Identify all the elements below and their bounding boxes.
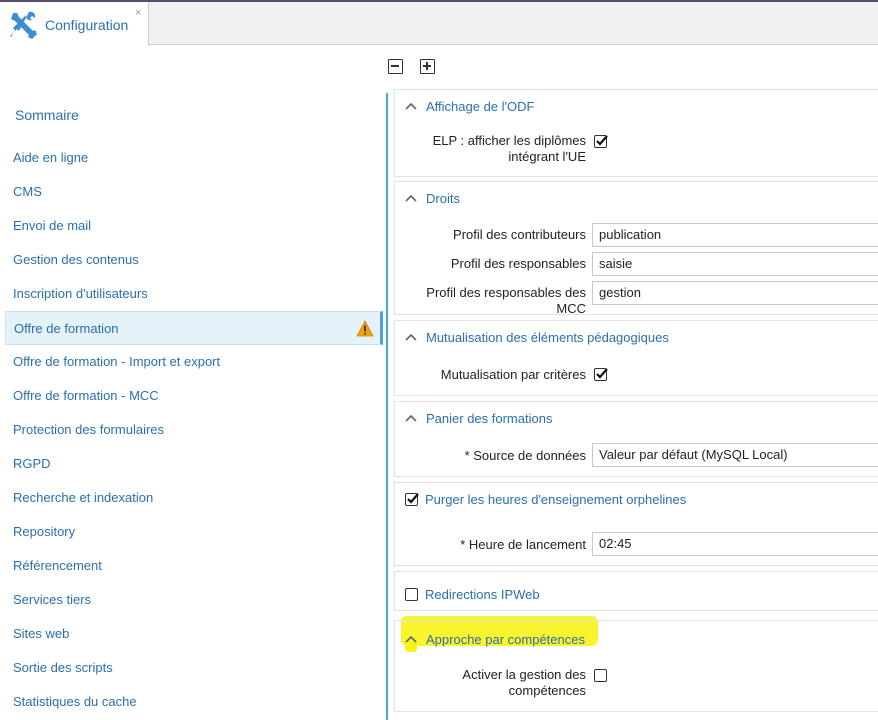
sidebar-item-label: Sites web <box>13 626 70 641</box>
check-icon <box>596 135 608 146</box>
mutualisation-checkbox[interactable] <box>594 368 608 381</box>
tools-icon <box>10 11 37 39</box>
panel-affichage-odf: Affichage de l'ODF ELP : afficher les di… <box>394 89 878 177</box>
sidebar-title: Sommaire <box>15 107 79 123</box>
sidebar-item-label: CMS <box>13 184 42 199</box>
elp-checkbox[interactable] <box>594 135 608 148</box>
chevron-up-icon <box>405 333 417 341</box>
check-icon <box>407 492 419 504</box>
responsables-mcc-input[interactable]: gestion <box>592 281 878 305</box>
sidebar-item-envoi-de-mail[interactable]: Envoi de mail <box>5 209 383 243</box>
tab-bar: Configuration × <box>0 0 878 46</box>
sidebar-item-cms[interactable]: CMS <box>5 175 383 209</box>
panel-header[interactable]: Redirections IPWeb <box>405 585 540 603</box>
field-label: Profil des responsables des MCC <box>426 285 586 316</box>
panel-header[interactable]: Purger les heures d'enseignement orpheli… <box>405 490 686 508</box>
redirections-checkbox[interactable] <box>405 587 418 601</box>
sidebar-item-gestion-des-contenus[interactable]: Gestion des contenus <box>5 243 383 277</box>
sidebar-item-repository[interactable]: Repository <box>5 515 383 549</box>
chevron-up-icon <box>405 635 417 643</box>
contributeurs-input[interactable]: publication <box>592 223 878 247</box>
panel-title: Affichage de l'ODF <box>426 98 535 114</box>
field-label: Mutualisation par critères <box>440 367 586 382</box>
sidebar-item-sortie-scripts[interactable]: Sortie des scripts <box>5 651 383 685</box>
purger-checkbox[interactable] <box>405 492 419 506</box>
sidebar-item-rgpd[interactable]: RGPD <box>5 447 383 481</box>
sidebar-item-label: Services tiers <box>13 592 92 607</box>
panel-header[interactable]: Mutualisation des éléments pédagogiques <box>405 328 669 346</box>
field-label: Profil des responsables <box>450 256 586 271</box>
sidebar-item-label: Inscription d'utilisateurs <box>13 286 148 301</box>
sidebar-item-label: Protection des formulaires <box>13 422 165 437</box>
check-icon <box>596 368 608 379</box>
panel-approche-competences: Approche par compétences Activer la gest… <box>394 620 878 712</box>
sidebar-item-label: Recherche et indexation <box>13 490 154 505</box>
sidebar-nav: Aide en ligne CMS Envoi de mail Gestion … <box>5 141 383 719</box>
sidebar-item-label: Statistiques du cache <box>13 694 137 709</box>
chevron-up-icon <box>405 102 417 110</box>
sidebar-item-label: Aide en ligne <box>13 150 89 165</box>
sidebar-item-offre-de-formation[interactable]: Offre de formation <box>5 311 383 345</box>
sidebar-item-protection-formulaires[interactable]: Protection des formulaires <box>5 413 383 447</box>
sidebar-item-aide-en-ligne[interactable]: Aide en ligne <box>5 141 383 175</box>
sidebar-item-label: Envoi de mail <box>13 218 92 233</box>
panel-title: Redirections IPWeb <box>425 586 540 602</box>
field-label: ELP : afficher les diplômes intégrant l'… <box>432 133 586 164</box>
chevron-up-icon <box>405 194 417 202</box>
close-icon[interactable]: × <box>135 7 141 19</box>
field-label: * Heure de lancement <box>460 537 586 552</box>
sidebar-item-label: Sortie des scripts <box>13 660 113 675</box>
responsables-input[interactable]: saisie <box>592 252 878 276</box>
sidebar-item-label: RGPD <box>13 456 51 471</box>
panel-header[interactable]: Affichage de l'ODF <box>405 97 534 115</box>
panel-title: Droits <box>426 190 460 206</box>
sidebar-item-statistiques-cache[interactable]: Statistiques du cache <box>5 685 383 719</box>
panel-title: Mutualisation des éléments pédagogiques <box>426 329 669 345</box>
panel-header[interactable]: Panier des formations <box>405 409 552 427</box>
panel-redirections-ipweb: Redirections IPWeb <box>394 571 878 611</box>
field-label: Activer la gestion des compétences <box>462 667 586 698</box>
field-label: Profil des contributeurs <box>453 227 586 242</box>
sidebar-item-offre-import-export[interactable]: Offre de formation - Import et export <box>5 345 383 379</box>
competences-checkbox[interactable] <box>594 669 607 682</box>
tab-label: Configuration <box>45 17 129 33</box>
panel-title: Approche par compétences <box>426 631 585 647</box>
sidebar-item-label: Gestion des contenus <box>13 252 139 267</box>
sidebar-item-recherche-indexation[interactable]: Recherche et indexation <box>5 481 383 515</box>
panel-droits: Droits Profil des contributeurs publicat… <box>394 181 878 316</box>
sidebar-item-label: Référencement <box>13 558 102 573</box>
sidebar-item-label: Offre de formation - MCC <box>13 388 159 403</box>
tab-configuration[interactable]: Configuration × <box>0 2 149 46</box>
heure-lancement-input[interactable]: 02:45 <box>592 532 878 556</box>
sidebar-item-offre-mcc[interactable]: Offre de formation - MCC <box>5 379 383 413</box>
sidebar-item-label: Offre de formation <box>14 321 119 336</box>
panel-header[interactable]: Droits <box>405 189 460 207</box>
warning-icon <box>356 320 374 337</box>
splitter[interactable] <box>386 93 388 720</box>
panel-purger-heures: Purger les heures d'enseignement orpheli… <box>394 482 878 566</box>
sidebar-item-label: Repository <box>13 524 76 539</box>
panel-header[interactable]: Approche par compétences <box>405 630 585 648</box>
sidebar-item-referencement[interactable]: Référencement <box>5 549 383 583</box>
panel-title: Purger les heures d'enseignement orpheli… <box>425 491 687 507</box>
collapse-all-button[interactable] <box>388 59 403 74</box>
expand-all-button[interactable] <box>420 59 435 74</box>
sidebar-item-inscription-utilisateurs[interactable]: Inscription d'utilisateurs <box>5 277 383 311</box>
panel-mutualisation: Mutualisation des éléments pédagogiques … <box>394 320 878 396</box>
panel-title: Panier des formations <box>426 410 553 426</box>
chevron-up-icon <box>405 414 417 422</box>
panel-panier-formations: Panier des formations * Source de donnée… <box>394 401 878 477</box>
sidebar-item-label: Offre de formation - Import et export <box>13 354 221 369</box>
sidebar-item-sites-web[interactable]: Sites web <box>5 617 383 651</box>
sidebar-item-services-tiers[interactable]: Services tiers <box>5 583 383 617</box>
field-label: * Source de données <box>464 448 586 463</box>
source-donnees-select[interactable]: Valeur par défaut (MySQL Local) <box>592 443 878 467</box>
